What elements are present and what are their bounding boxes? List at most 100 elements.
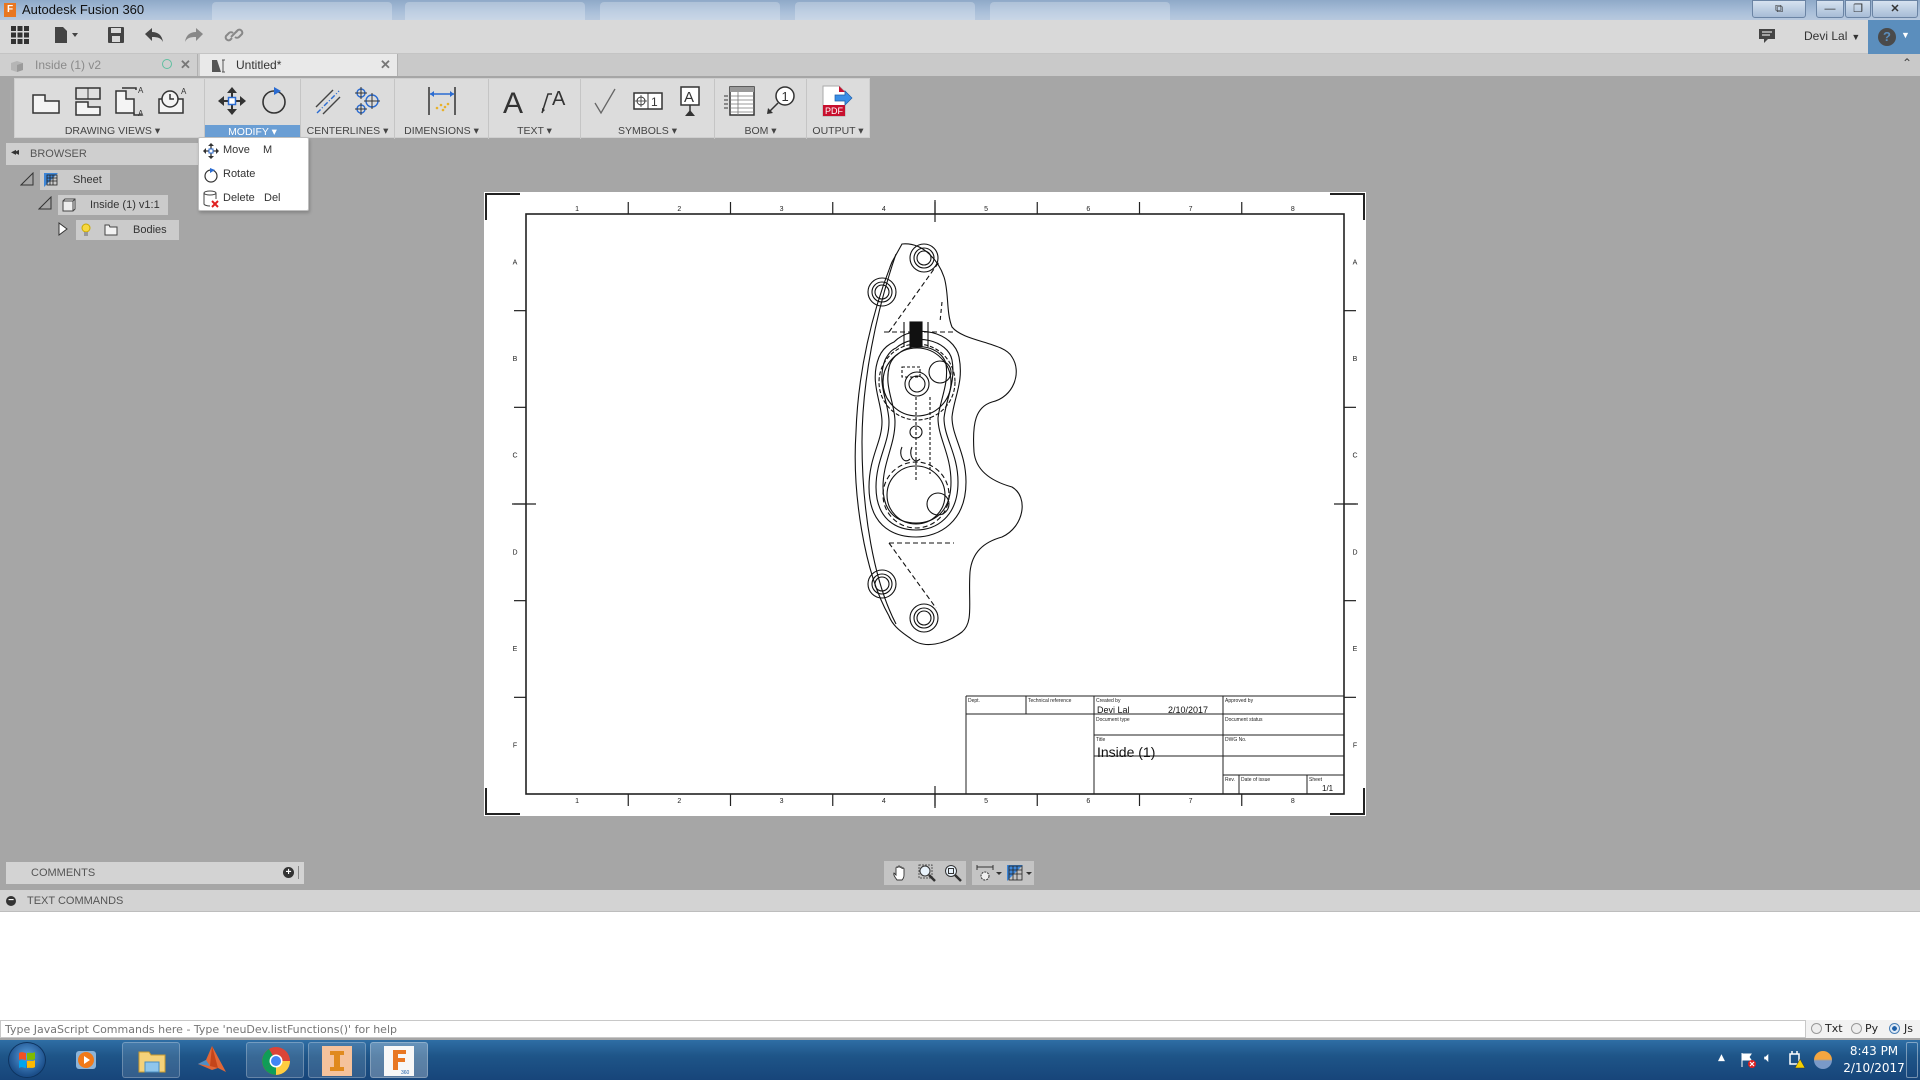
move-icon[interactable] xyxy=(215,85,249,117)
zone-label-row: F xyxy=(1353,743,1357,750)
close-tab-icon[interactable]: ✕ xyxy=(180,54,191,76)
action-center-flag-icon[interactable] xyxy=(1740,1052,1756,1068)
browser-restore-group[interactable]: ⧉ xyxy=(1752,0,1806,18)
radio-txt[interactable] xyxy=(1811,1023,1822,1034)
rotate-icon xyxy=(203,167,219,183)
ribbon-group-symbols[interactable]: 1 A SYMBOLS ▾ xyxy=(581,79,715,139)
volume-icon[interactable]: 🔈︎ xyxy=(1764,1050,1772,1066)
user-menu[interactable]: Devi Lal ▼ xyxy=(1804,29,1860,43)
tree-expand-toggle[interactable] xyxy=(37,195,52,210)
datum-identifier-icon[interactable]: A xyxy=(673,85,707,117)
tree-expand-toggle[interactable] xyxy=(19,171,34,186)
surface-texture-icon[interactable] xyxy=(589,85,623,117)
pdf-output-icon[interactable]: PDF xyxy=(819,85,853,117)
zone-label-column: 7 xyxy=(1189,798,1193,805)
radio-py[interactable] xyxy=(1851,1023,1862,1034)
collapse-browser-icon[interactable]: ◂◂ xyxy=(11,147,19,158)
redo-icon[interactable] xyxy=(182,26,206,48)
matlab-icon[interactable] xyxy=(196,1044,228,1076)
pan-icon[interactable] xyxy=(892,864,910,882)
clock-time[interactable]: 8:43 PM xyxy=(1846,1044,1902,1058)
taskbar-file-explorer[interactable] xyxy=(122,1042,180,1078)
zone-label-row: A xyxy=(513,259,518,266)
taskbar-fusion360[interactable]: 360 xyxy=(370,1042,428,1078)
visibility-bulb-icon[interactable] xyxy=(81,223,91,237)
tab-untitled[interactable]: Untitled* ✕ xyxy=(200,54,398,76)
ribbon-group-output[interactable]: PDF OUTPUT ▾ xyxy=(807,79,869,139)
group-label[interactable]: OUTPUT ▾ xyxy=(807,125,869,137)
comments-panel[interactable]: COMMENTS + xyxy=(6,862,304,884)
app-tray-icon[interactable] xyxy=(1814,1051,1832,1069)
group-label[interactable]: CENTERLINES ▾ xyxy=(301,125,394,137)
menu-item-rotate[interactable]: Rotate xyxy=(199,164,308,186)
collapse-ribbon-icon[interactable]: ⌃ xyxy=(1902,56,1912,70)
balloon-icon[interactable]: 1 xyxy=(763,85,797,117)
leader-text-icon[interactable]: A xyxy=(537,85,571,117)
tree-item-sheet[interactable]: Sheet xyxy=(40,170,110,190)
undo-icon[interactable] xyxy=(142,26,166,48)
comment-icon[interactable] xyxy=(1758,28,1776,44)
zoom-fit-icon[interactable] xyxy=(944,864,962,882)
close-tab-icon[interactable]: ✕ xyxy=(380,54,391,76)
ribbon-group-dimensions[interactable]: DIMENSIONS ▾ xyxy=(395,79,489,139)
collapse-text-commands-icon[interactable]: − xyxy=(6,896,16,906)
tree-item-bodies[interactable]: Bodies xyxy=(76,220,179,240)
restore-button[interactable]: ❐ xyxy=(1845,0,1871,18)
save-icon[interactable] xyxy=(104,26,128,48)
grid-display-icon[interactable] xyxy=(1006,864,1034,882)
ribbon-group-bom[interactable]: 1 BOM ▾ xyxy=(715,79,807,139)
menu-item-move[interactable]: Move M xyxy=(199,140,308,162)
group-label[interactable]: TEXT ▾ xyxy=(489,125,580,137)
network-warning-icon[interactable] xyxy=(1788,1051,1806,1069)
data-panel-grid-icon[interactable] xyxy=(8,26,32,48)
feature-control-frame-icon[interactable]: 1 xyxy=(631,85,665,117)
tree-expand-toggle[interactable] xyxy=(58,222,68,236)
taskbar-chrome[interactable] xyxy=(246,1042,304,1078)
zone-label-column: 5 xyxy=(984,798,988,805)
clock-date[interactable]: 2/10/2017 xyxy=(1842,1061,1906,1075)
file-menu-icon[interactable] xyxy=(52,26,82,48)
help-menu-button[interactable]: ? ▼ xyxy=(1868,20,1920,54)
media-player-icon[interactable] xyxy=(74,1048,98,1072)
taskbar-inventor[interactable] xyxy=(308,1042,366,1078)
windows-start-icon[interactable] xyxy=(8,1042,46,1078)
tab-inside-1-v2[interactable]: Inside (1) v2 ✕ xyxy=(0,54,198,76)
ribbon-group-centerlines[interactable]: CENTERLINES ▾ xyxy=(301,79,395,139)
group-label[interactable]: DIMENSIONS ▾ xyxy=(395,125,488,137)
projected-view-icon[interactable] xyxy=(71,85,105,117)
base-view-icon[interactable] xyxy=(29,85,63,117)
rotate-icon[interactable] xyxy=(257,85,291,117)
close-window-button[interactable]: ✕ xyxy=(1872,0,1918,18)
ribbon-group-text[interactable]: A A TEXT ▾ xyxy=(489,79,581,139)
group-label[interactable]: SYMBOLS ▾ xyxy=(581,125,714,137)
zone-label-row: B xyxy=(513,356,518,363)
zoom-window-icon[interactable] xyxy=(918,864,936,882)
group-label[interactable]: DRAWING VIEWS ▾ xyxy=(21,125,204,137)
text-commands-header[interactable]: − TEXT COMMANDS xyxy=(0,890,1920,912)
sheet-settings-icon[interactable] xyxy=(976,864,1004,882)
group-label[interactable]: BOM ▾ xyxy=(715,125,806,137)
minimize-button[interactable]: — xyxy=(1816,0,1844,18)
ribbon-group-drawing-views[interactable]: AA A DRAWING VIEWS ▾ xyxy=(21,79,205,139)
section-view-icon[interactable]: AA xyxy=(113,85,147,118)
show-hidden-icons[interactable]: ▲ xyxy=(1718,1053,1725,1063)
detail-view-icon[interactable]: A xyxy=(155,85,189,117)
center-mark-icon[interactable] xyxy=(351,85,385,117)
centerline-icon[interactable] xyxy=(311,85,345,117)
panel-resize-handle[interactable] xyxy=(298,866,300,879)
radio-js[interactable] xyxy=(1889,1023,1900,1034)
show-desktop-button[interactable] xyxy=(1906,1042,1918,1078)
browser-panel-header[interactable]: ◂◂ BROWSER xyxy=(6,143,200,165)
command-input[interactable] xyxy=(0,1020,1806,1038)
menu-item-delete[interactable]: Delete Del xyxy=(199,188,308,210)
dimension-icon[interactable] xyxy=(425,85,459,117)
add-comment-icon[interactable]: + xyxy=(283,867,294,878)
text-icon[interactable]: A xyxy=(497,85,531,120)
tree-item-component[interactable]: Inside (1) v1:1 xyxy=(58,195,168,215)
drawing-sheet[interactable]: 1122334455667788AABBCCDDEEFF Dept. Techn… xyxy=(484,192,1366,816)
browser-title: BROWSER xyxy=(30,148,87,160)
table-icon[interactable] xyxy=(723,85,757,117)
ribbon-group-modify[interactable]: MODIFY ▾ xyxy=(205,79,301,139)
ribbon-grip-handle[interactable] xyxy=(10,90,12,120)
link-icon[interactable] xyxy=(222,26,246,48)
